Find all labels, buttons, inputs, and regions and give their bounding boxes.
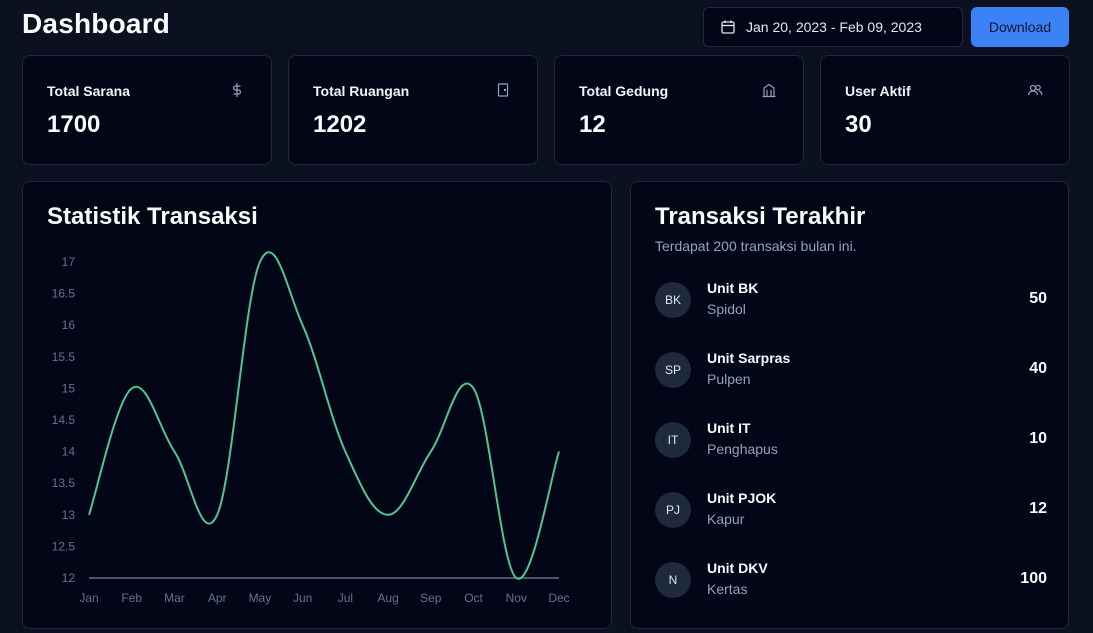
stat-label: Total Gedung — [579, 83, 669, 99]
transaction-item: Kapur — [707, 511, 745, 527]
transaction-unit: Unit DKV — [707, 560, 768, 576]
door-icon — [497, 83, 509, 97]
transaction-row: N Unit DKV Kertas 100 — [655, 560, 1047, 608]
transaction-unit: Unit BK — [707, 280, 759, 296]
y-tick-label: 13 — [62, 508, 76, 522]
stat-value: 1700 — [47, 111, 101, 138]
transaction-item: Penghapus — [707, 441, 778, 457]
transaction-amount: 50 — [1029, 290, 1047, 307]
panel-title: Transaksi Terakhir — [655, 203, 866, 230]
transaction-row: PJ Unit PJOK Kapur 12 — [655, 490, 1047, 538]
x-tick-label: Oct — [464, 591, 483, 605]
transaction-unit: Unit IT — [707, 420, 751, 436]
transaction-unit: Unit Sarpras — [707, 350, 791, 366]
y-tick-label: 16.5 — [52, 287, 76, 301]
transaction-amount: 12 — [1029, 500, 1047, 517]
avatar: IT — [655, 422, 691, 458]
download-button[interactable]: Download — [971, 7, 1069, 47]
transaction-amount: 100 — [1020, 570, 1047, 587]
stat-card-user-aktif: User Aktif 30 — [820, 55, 1070, 165]
y-tick-label: 16 — [62, 318, 76, 332]
avatar: BK — [655, 282, 691, 318]
stat-label: User Aktif — [845, 83, 911, 99]
series-line — [88, 251, 560, 580]
x-tick-label: Jul — [338, 591, 353, 605]
transaction-row: IT Unit IT Penghapus 10 — [655, 420, 1047, 468]
calendar-icon — [721, 20, 735, 34]
x-tick-label: Nov — [506, 591, 527, 605]
y-tick-label: 12.5 — [52, 539, 76, 553]
transaction-row: BK Unit BK Spidol 50 — [655, 280, 1047, 328]
x-tick-label: Mar — [164, 591, 185, 605]
y-tick-label: 13.5 — [52, 476, 76, 490]
line-chart: 12 12.5 13 13.5 14 14.5 15 15.5 16 16.5 17 Jan Feb M… — [52, 251, 570, 605]
transaction-item: Spidol — [707, 301, 746, 317]
x-tick-label: Feb — [121, 591, 142, 605]
stat-value: 12 — [579, 111, 606, 138]
x-tick-label: May — [249, 591, 272, 605]
stat-value: 30 — [845, 111, 872, 138]
panel-subtitle: Terdapat 200 transaksi bulan ini. — [655, 238, 857, 254]
stat-card-total-ruangan: Total Ruangan 1202 — [288, 55, 538, 165]
avatar: PJ — [655, 492, 691, 528]
date-range-picker[interactable]: Jan 20, 2023 - Feb 09, 2023 — [703, 7, 963, 47]
stat-card-total-sarana: Total Sarana 1700 — [22, 55, 272, 165]
building-icon — [762, 83, 776, 98]
x-tick-label: Jun — [293, 591, 312, 605]
y-tick-label: 14 — [62, 445, 76, 459]
transaction-unit: Unit PJOK — [707, 490, 777, 506]
dollar-icon — [232, 83, 242, 97]
x-tick-label: Apr — [208, 591, 227, 605]
x-tick-label: Jan — [79, 591, 98, 605]
stat-value: 1202 — [313, 111, 367, 138]
statistik-transaksi-panel: Statistik Transaksi 12 12.5 13 13.5 14 14.5 15… — [22, 181, 612, 629]
x-tick-label: Dec — [548, 591, 569, 605]
transaksi-terakhir-panel: Transaksi Terakhir Terdapat 200 transaks… — [630, 181, 1069, 629]
y-tick-label: 14.5 — [52, 413, 76, 427]
y-tick-label: 15 — [62, 381, 76, 395]
transaction-item: Kertas — [707, 581, 748, 597]
date-range-label: Jan 20, 2023 - Feb 09, 2023 — [746, 19, 922, 35]
page-title: Dashboard — [22, 8, 171, 39]
stat-card-total-gedung: Total Gedung 12 — [554, 55, 804, 165]
x-tick-label: Sep — [420, 591, 442, 605]
x-tick-label: Aug — [377, 591, 398, 605]
transaction-amount: 10 — [1029, 430, 1047, 447]
y-tick-label: 15.5 — [52, 350, 76, 364]
y-tick-label: 12 — [62, 571, 76, 585]
stat-label: Total Ruangan — [313, 83, 410, 99]
y-tick-label: 17 — [62, 255, 76, 269]
transaction-item: Pulpen — [707, 371, 751, 387]
transaction-amount: 40 — [1029, 360, 1047, 377]
transaction-row: SP Unit Sarpras Pulpen 40 — [655, 350, 1047, 398]
avatar: SP — [655, 352, 691, 388]
page-header: Dashboard Jan 20, 2023 - Feb 09, 2023 Do… — [22, 6, 1071, 48]
users-icon — [1027, 84, 1043, 96]
stat-label: Total Sarana — [47, 83, 130, 99]
avatar: N — [655, 562, 691, 598]
